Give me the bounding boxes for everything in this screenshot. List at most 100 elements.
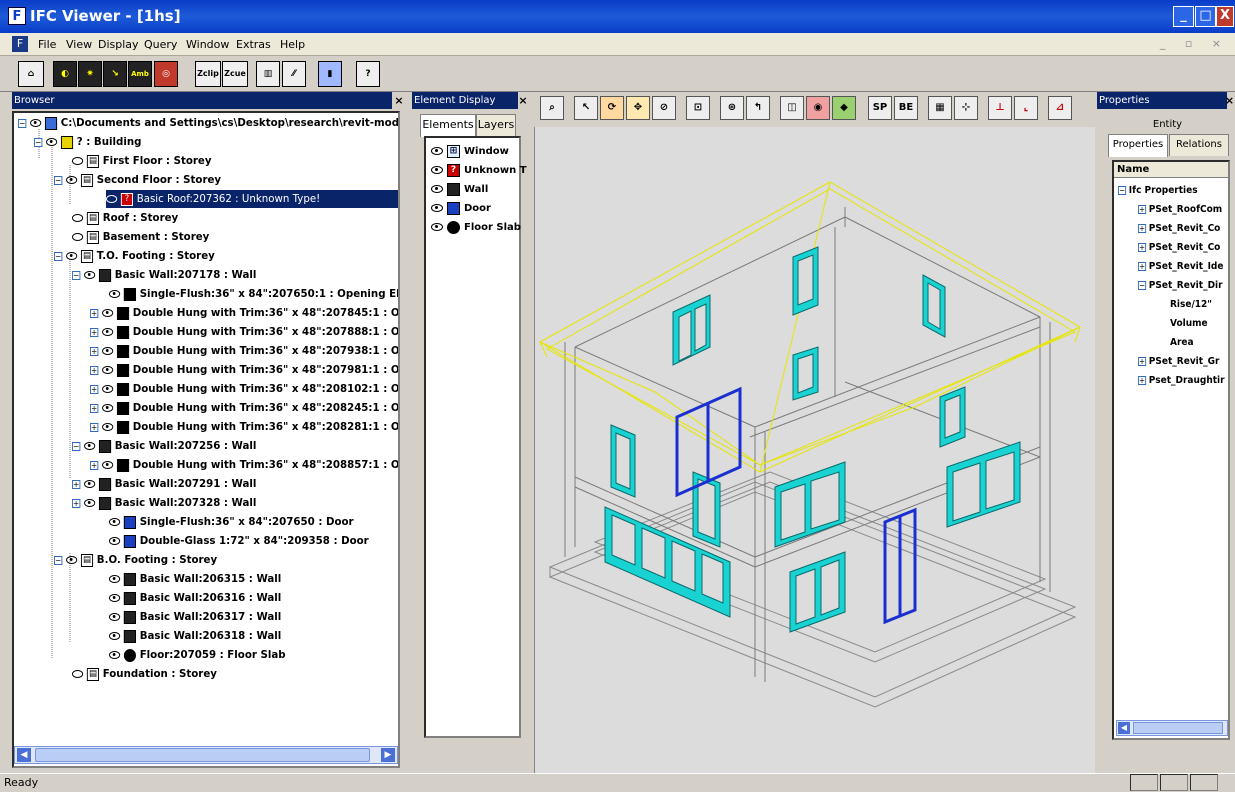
building-model[interactable] (535, 127, 1096, 773)
prop-leaf[interactable]: Rise/12" (1170, 295, 1212, 314)
scroll-left-icon[interactable]: ◀ (17, 748, 31, 762)
prop-leaf[interactable]: Area (1170, 333, 1194, 352)
prop-item[interactable]: + PSet_Revit_Co (1138, 219, 1220, 238)
element-item-wall[interactable]: Wall (431, 181, 488, 199)
tree-item[interactable]: + Double Hung with Trim:36" x 48":207981:… (90, 361, 398, 379)
wireframe-icon[interactable]: ◫ (780, 96, 804, 120)
menu-display[interactable]: Display (98, 38, 139, 51)
tab-relations[interactable]: Relations (1169, 134, 1229, 156)
menu-query[interactable]: Query (144, 38, 177, 51)
element-item-unknown[interactable]: ? Unknown T (431, 162, 527, 180)
tree-item[interactable]: Single-Flush:36" x 84":207650 : Door (109, 513, 354, 531)
tree-item[interactable]: + Double Hung with Trim:36" x 48":207938:… (90, 342, 398, 360)
menu-window[interactable]: Window (186, 38, 229, 51)
prop-item[interactable]: + PSet_RoofCom (1138, 200, 1222, 219)
tree-item[interactable]: − ▤ T.O. Footing : Storey (54, 247, 215, 265)
shading-icon[interactable]: ◉ (806, 96, 830, 120)
tree-item[interactable]: + Double Hung with Trim:36" x 48":208245:… (90, 399, 398, 417)
tab-properties[interactable]: Properties (1108, 134, 1168, 157)
tree-item[interactable]: + Double Hung with Trim:36" x 48":208857:… (90, 456, 398, 474)
spot-icon[interactable]: ↘ (103, 61, 127, 87)
scroll-thumb[interactable] (35, 748, 370, 762)
tree-item[interactable]: + Double Hung with Trim:36" x 48":207845:… (90, 304, 398, 322)
app-menu-icon[interactable]: F (12, 36, 28, 52)
tree-item[interactable]: − ▤ B.O. Footing : Storey (54, 551, 217, 569)
element-item-window[interactable]: ⊞ Window (431, 143, 509, 161)
tree-item[interactable]: + Basic Wall:207291 : Wall (72, 475, 256, 493)
tab-layers[interactable]: Layers (476, 114, 516, 136)
open-icon[interactable]: ⌂ (18, 61, 44, 87)
grid-icon[interactable]: ▦ (928, 96, 952, 120)
walk-icon[interactable]: ⊛ (720, 96, 744, 120)
zoom-fit-icon[interactable]: ⌕ (540, 96, 564, 120)
zoom-icon[interactable]: ⊘ (652, 96, 676, 120)
prop-item[interactable]: + Pset_Draughtir (1138, 371, 1225, 390)
tree-item[interactable]: ▤ Basement : Storey (72, 228, 209, 246)
prop-leaf[interactable]: Volume (1170, 314, 1208, 333)
tree-item[interactable]: Basic Wall:206317 : Wall (109, 608, 281, 626)
element-display-close-button[interactable]: × (516, 92, 530, 109)
view-side-icon[interactable]: ⊿ (1048, 96, 1072, 120)
view-front-icon[interactable]: ⌞ (1014, 96, 1038, 120)
tree-item[interactable]: Basic Wall:206318 : Wall (109, 627, 281, 645)
stop-icon[interactable]: ◎ (154, 61, 178, 87)
tree-item[interactable]: + Double Hung with Trim:36" x 48":208281:… (90, 418, 398, 436)
tree-item-selected[interactable]: ? Basic Roof:207362 : Unknown Type! (106, 190, 398, 208)
tree-item[interactable]: − Basic Wall:207256 : Wall (72, 437, 256, 455)
tab-elements[interactable]: Elements (420, 114, 476, 137)
browser-close-button[interactable]: × (392, 92, 406, 109)
tree-root[interactable]: − C:\Documents and Settings\cs\Desktop\re… (18, 114, 398, 132)
prop-item[interactable]: + PSet_Revit_Gr (1138, 352, 1219, 371)
mdi-controls[interactable]: _ ▫ × (1160, 37, 1229, 50)
section-icon[interactable]: ▥ (256, 61, 280, 87)
tree-item[interactable]: Floor:207059 : Floor Slab (109, 646, 286, 664)
tab-entity[interactable]: Entity (1105, 116, 1230, 134)
slash-icon[interactable]: ⁄⁄ (282, 61, 306, 87)
tree-item[interactable]: Basic Wall:206315 : Wall (109, 570, 281, 588)
name-column-header[interactable]: Name (1114, 162, 1228, 178)
tree-item[interactable]: ▤ First Floor : Storey (72, 152, 212, 170)
properties-close-button[interactable]: × (1224, 92, 1235, 109)
solid-icon[interactable]: ◆ (832, 96, 856, 120)
ambient-button[interactable]: Amb (128, 61, 152, 87)
tree-item[interactable]: Double-Glass 1:72" x 84":209358 : Door (109, 532, 369, 550)
cube-icon[interactable]: ▮ (318, 61, 342, 87)
pan-icon[interactable]: ✥ (626, 96, 650, 120)
prop-item[interactable]: + PSet_Revit_Ide (1138, 257, 1223, 276)
element-item-floor-slab[interactable]: Floor Slab (431, 219, 521, 237)
scroll-thumb[interactable] (1133, 722, 1223, 734)
prop-root[interactable]: − Ifc Properties (1118, 181, 1198, 200)
tree-item[interactable]: + Double Hung with Trim:36" x 48":207888:… (90, 323, 398, 341)
view-top-icon[interactable]: ⊥ (988, 96, 1012, 120)
zclip-button[interactable]: Zclip (195, 61, 221, 87)
be-button[interactable]: BE (894, 96, 918, 120)
sun-icon[interactable]: ✷ (78, 61, 102, 87)
tree-item[interactable]: − Basic Wall:207178 : Wall (72, 266, 256, 284)
close-button[interactable]: X (1216, 6, 1234, 27)
tree-item[interactable]: − ▤ Second Floor : Storey (54, 171, 221, 189)
tree-item[interactable]: + Double Hung with Trim:36" x 48":208102:… (90, 380, 398, 398)
light-icon[interactable]: ◐ (53, 61, 77, 87)
tree-item[interactable]: ▤ Roof : Storey (72, 209, 178, 227)
prop-item[interactable]: − PSet_Revit_Dir (1138, 276, 1223, 295)
rotate-icon[interactable]: ⟳ (600, 96, 624, 120)
menu-help[interactable]: Help (280, 38, 305, 51)
tree-item[interactable]: Single-Flush:36" x 84":207650:1 : Openin… (109, 285, 398, 303)
tree-item[interactable]: ▤ Foundation : Storey (72, 665, 217, 683)
menu-extras[interactable]: Extras (236, 38, 271, 51)
zoom-window-icon[interactable]: ⊡ (686, 96, 710, 120)
tree-building[interactable]: −? : Building (34, 133, 141, 151)
scroll-right-icon[interactable]: ▶ (381, 748, 395, 762)
prop-item[interactable]: + PSet_Revit_Co (1138, 238, 1220, 257)
scroll-left-icon[interactable]: ◀ (1118, 722, 1130, 734)
properties-hscrollbar[interactable]: ◀ (1116, 720, 1228, 736)
element-item-door[interactable]: Door (431, 200, 491, 218)
minimize-button[interactable]: _ (1173, 6, 1194, 27)
fly-icon[interactable]: ↰ (746, 96, 770, 120)
menu-view[interactable]: View (66, 38, 92, 51)
browser-hscrollbar[interactable]: ◀ ▶ (14, 746, 398, 764)
help-icon[interactable]: ? (356, 61, 380, 87)
menu-file[interactable]: File (38, 38, 56, 51)
tree-item[interactable]: Basic Wall:206316 : Wall (109, 589, 281, 607)
3d-viewport[interactable] (534, 127, 1095, 773)
